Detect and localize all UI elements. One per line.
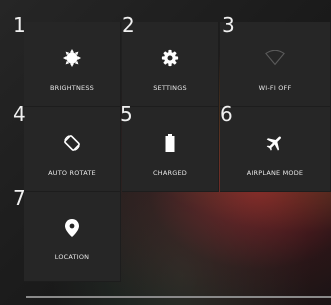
tile-airplane-mode[interactable]: AIRPLANE MODE bbox=[220, 107, 331, 192]
auto-rotate-icon bbox=[62, 133, 82, 153]
settings-gear-icon bbox=[160, 48, 180, 68]
tile-auto-rotate[interactable]: AUTO ROTATE bbox=[24, 107, 121, 192]
brightness-icon bbox=[62, 48, 82, 68]
tile-label-brightness: BRIGHTNESS bbox=[49, 84, 94, 92]
tile-brightness[interactable]: BRIGHTNESS bbox=[24, 22, 121, 107]
tile-label-wifi: WI-FI OFF bbox=[258, 84, 292, 92]
tile-label-airplane-mode: AIRPLANE MODE bbox=[246, 169, 304, 177]
tile-settings[interactable]: SETTINGS bbox=[122, 22, 219, 107]
location-pin-icon bbox=[62, 218, 82, 238]
tile-number-3: 3 bbox=[222, 13, 235, 37]
tile-label-settings: SETTINGS bbox=[153, 84, 187, 92]
tile-label-auto-rotate: AUTO ROTATE bbox=[48, 169, 96, 177]
tile-label-location: LOCATION bbox=[54, 253, 90, 261]
tile-battery[interactable]: CHARGED bbox=[122, 107, 219, 192]
wifi-off-icon bbox=[265, 48, 285, 68]
tile-number-2: 2 bbox=[122, 13, 135, 37]
tile-number-4: 4 bbox=[13, 102, 26, 126]
airplane-icon bbox=[265, 133, 285, 153]
brightness-slider-track[interactable] bbox=[26, 296, 331, 298]
tile-number-5: 5 bbox=[120, 102, 133, 126]
tile-wifi[interactable]: WI-FI OFF bbox=[220, 22, 331, 107]
tile-location[interactable]: LOCATION bbox=[24, 192, 121, 282]
battery-icon bbox=[160, 133, 180, 153]
tile-number-6: 6 bbox=[220, 102, 233, 126]
tile-number-7: 7 bbox=[13, 186, 26, 210]
tile-number-1: 1 bbox=[13, 13, 26, 37]
tile-label-battery: CHARGED bbox=[153, 169, 187, 177]
